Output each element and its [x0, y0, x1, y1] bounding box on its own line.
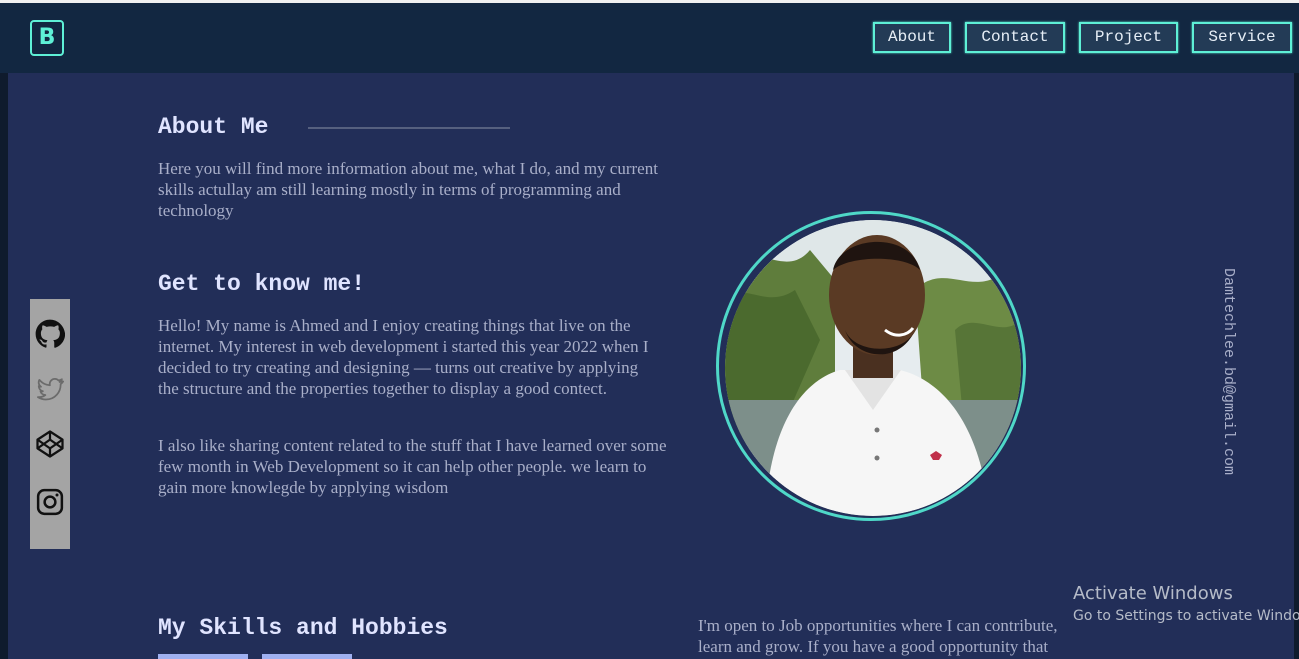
navbar: B About Contact Project Service	[0, 3, 1299, 73]
get-to-know-heading: Get to know me!	[158, 271, 366, 297]
nav-contact-button[interactable]: Contact	[965, 22, 1065, 53]
intro-paragraph: Hello! My name is Ahmed and I enjoy crea…	[158, 316, 649, 398]
about-heading-divider	[308, 127, 510, 129]
profile-photo-frame	[716, 211, 1026, 521]
nav-about-button[interactable]: About	[873, 22, 951, 53]
about-heading: About Me	[158, 114, 269, 140]
windows-activation-watermark-subtitle: Go to Settings to activate Windows.	[1073, 608, 1299, 624]
skill-card[interactable]	[262, 654, 352, 659]
windows-activation-watermark-title: Activate Windows	[1073, 583, 1233, 604]
codepen-icon[interactable]	[35, 429, 65, 459]
nav-service-button[interactable]: Service	[1192, 22, 1292, 53]
email-vertical-link[interactable]: Damtechlee.bd@gmail.com	[1213, 268, 1237, 518]
skills-heading: My Skills and Hobbies	[158, 615, 448, 641]
nav-project-button[interactable]: Project	[1079, 22, 1178, 53]
github-icon[interactable]	[35, 319, 65, 349]
twitter-icon[interactable]	[35, 374, 65, 404]
sharing-paragraph: I also like sharing content related to t…	[158, 436, 667, 497]
brand-logo[interactable]: B	[30, 20, 64, 56]
profile-photo	[725, 220, 1021, 516]
opportunity-text: I'm open to Job opportunities where I ca…	[698, 616, 1058, 656]
right-gutter	[1294, 73, 1299, 659]
skill-card[interactable]	[158, 654, 248, 659]
instagram-icon[interactable]	[35, 487, 65, 517]
social-links-bar	[30, 299, 70, 549]
about-text: Here you will find more information abou…	[158, 159, 658, 220]
left-gutter	[0, 73, 8, 659]
